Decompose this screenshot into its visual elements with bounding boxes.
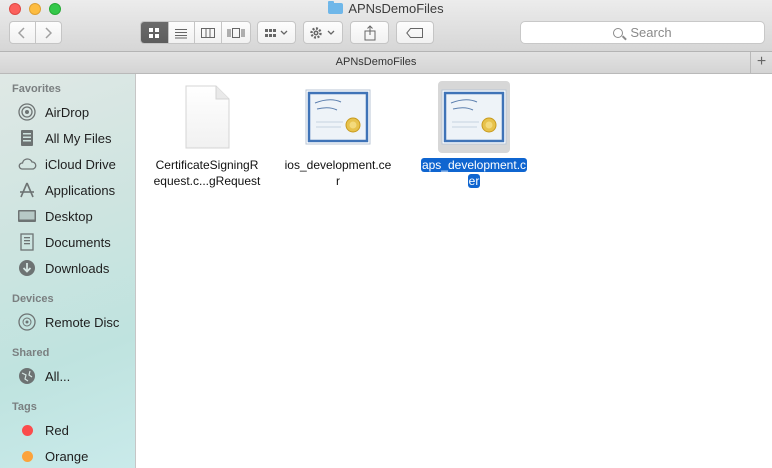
folder-icon — [328, 1, 344, 14]
sidebar-item-label: Desktop — [45, 208, 93, 224]
column-view-button[interactable] — [195, 22, 222, 43]
file-item[interactable]: CertificateSigningR equest.c...gRequest — [147, 81, 267, 189]
file-name: ios_development.ce r — [284, 158, 392, 188]
list-icon — [175, 28, 188, 38]
sidebar-item-label: Applications — [45, 182, 116, 198]
network-icon — [16, 367, 38, 385]
sidebar-item-label: All... — [45, 368, 71, 384]
sidebar-item-label: Downloads — [45, 260, 110, 276]
file-name: CertificateSigningR equest.c...gRequest — [153, 158, 261, 188]
search-icon — [613, 27, 624, 38]
sidebar-item-label: All My Files — [45, 130, 112, 146]
documents-icon — [16, 233, 38, 251]
sidebar-item-airdrop[interactable]: AirDrop — [16, 101, 89, 123]
sidebar-item-label: Remote Disc — [45, 314, 120, 330]
finder-window: APNsDemoFiles Search APNsDemoFiles + Fav… — [0, 0, 772, 468]
sidebar-item-label: Documents — [45, 234, 111, 250]
icon-view-button[interactable] — [141, 22, 169, 43]
share-icon — [364, 24, 375, 40]
sidebar-item-tag-red[interactable]: Red — [16, 419, 69, 441]
all-files-icon — [16, 129, 38, 147]
cloud-icon — [16, 155, 38, 173]
columns-icon — [200, 27, 215, 38]
cover-flow-button[interactable] — [222, 22, 250, 43]
sidebar-item-desktop[interactable]: Desktop — [16, 205, 93, 227]
new-tab-button[interactable]: + — [750, 52, 772, 73]
sidebar-item-downloads[interactable]: Downloads — [16, 257, 109, 279]
tag-dot-red-icon — [16, 421, 38, 439]
cover-flow-icon — [227, 27, 245, 38]
sidebar-item-shared-all[interactable]: All... — [16, 365, 70, 387]
downloads-icon — [16, 259, 38, 277]
document-icon — [171, 81, 243, 153]
sidebar-heading-tags: Tags — [12, 401, 37, 413]
sidebar-heading-shared: Shared — [12, 347, 50, 359]
sidebar-item-label: AirDrop — [45, 104, 90, 120]
forward-button[interactable] — [36, 22, 61, 43]
arrange-icon — [264, 28, 287, 37]
tab-bar: APNsDemoFiles + — [0, 52, 772, 74]
certificate-icon — [302, 81, 374, 153]
file-browser: CertificateSigningR equest.c...gRequest … — [137, 75, 772, 468]
arrange-button[interactable] — [257, 21, 296, 44]
disc-icon — [16, 313, 38, 331]
sidebar-item-all-my-files[interactable]: All My Files — [16, 127, 111, 149]
search-field[interactable]: Search — [520, 21, 765, 44]
sidebar-item-label: Red — [45, 422, 69, 438]
sidebar-heading-favorites: Favorites — [12, 83, 61, 95]
file-item[interactable]: ios_development.ce r — [278, 81, 398, 189]
sidebar-item-documents[interactable]: Documents — [16, 231, 111, 253]
applications-icon — [16, 181, 38, 199]
sidebar-item-remote-disc[interactable]: Remote Disc — [16, 311, 119, 333]
sidebar-item-tag-orange[interactable]: Orange — [16, 445, 88, 467]
action-button[interactable] — [303, 21, 343, 44]
file-name: aps_development.c er — [420, 158, 528, 188]
view-mode-segment — [140, 21, 251, 44]
list-view-button[interactable] — [169, 22, 196, 43]
tag-icon — [406, 27, 423, 38]
airdrop-icon — [16, 103, 38, 121]
certificate-icon — [438, 81, 510, 153]
sidebar-item-icloud-drive[interactable]: iCloud Drive — [16, 153, 116, 175]
search-placeholder: Search — [630, 25, 672, 40]
file-item-selected[interactable]: aps_development.c er — [414, 81, 534, 189]
navigation-segment — [9, 21, 62, 44]
sidebar-item-label: iCloud Drive — [45, 156, 116, 172]
window-title: APNsDemoFiles — [0, 1, 772, 16]
grid-icon — [149, 27, 160, 38]
toolbar: APNsDemoFiles Search — [0, 0, 772, 52]
gear-icon — [310, 26, 335, 39]
chevron-right-icon — [45, 26, 53, 39]
desktop-icon — [16, 207, 38, 225]
sidebar-heading-devices: Devices — [12, 293, 54, 305]
back-button[interactable] — [10, 22, 36, 43]
sidebar-item-label: Orange — [45, 448, 89, 464]
sidebar: Favorites AirDrop All My Files iCloud Dr… — [0, 74, 136, 468]
chevron-left-icon — [18, 26, 25, 39]
tag-dot-orange-icon — [16, 447, 38, 465]
edit-tags-button[interactable] — [396, 21, 434, 44]
tab-title[interactable]: APNsDemoFiles — [0, 56, 752, 68]
sidebar-item-applications[interactable]: Applications — [16, 179, 115, 201]
share-button[interactable] — [350, 21, 389, 44]
